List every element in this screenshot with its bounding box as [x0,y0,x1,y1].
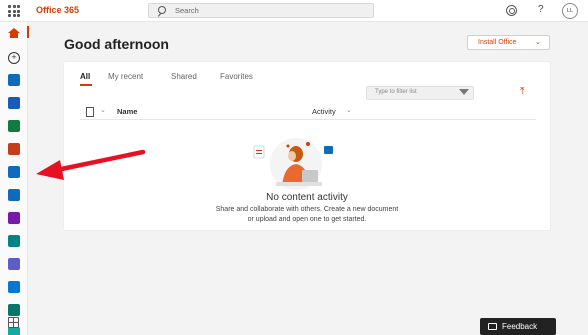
empty-state-description: Share and collaborate with others. Creat… [64,205,550,225]
active-tab-underline [80,84,92,86]
feedback-button[interactable]: Feedback [480,318,556,335]
search-box[interactable]: Search [148,3,374,18]
chevron-down-icon[interactable]: ⌄ [346,106,352,114]
tab-my-recent[interactable]: My recent [108,72,143,81]
active-indicator [27,26,29,38]
word-icon[interactable] [8,97,20,109]
powerpoint-icon[interactable] [8,143,20,155]
outlook-icon[interactable] [8,74,20,86]
settings-gear-icon[interactable] [506,5,517,16]
empty-state-line-1: Share and collaborate with others. Creat… [215,206,399,213]
excel-icon[interactable] [8,120,20,132]
chevron-down-icon[interactable]: ⌄ [100,106,106,114]
upload-icon[interactable]: ⤒ [520,86,524,97]
all-apps-icon[interactable] [8,317,19,328]
create-plus-icon[interactable]: + [8,52,20,64]
app-rail: + [0,22,29,335]
avatar[interactable]: LL [562,3,578,19]
brand-title[interactable]: Office 365 [36,5,79,15]
tab-all[interactable]: All [80,72,90,81]
install-office-label: Install Office [478,39,517,46]
empty-state-illustration [253,138,333,190]
empty-state-line-2: or upload and open one to get started. [247,216,367,223]
forms-icon[interactable] [8,304,20,316]
page-title: Good afternoon [64,36,169,52]
feedback-icon [488,323,497,330]
chevron-down-icon: ⌄ [535,39,541,46]
sway-icon[interactable] [8,281,20,293]
outlook-icon[interactable] [8,166,20,178]
filter-input[interactable]: Type to filter list [366,86,474,100]
search-icon [158,6,166,14]
teams-icon[interactable] [8,258,20,270]
sharepoint-icon[interactable] [8,235,20,247]
column-name[interactable]: Name [117,107,137,116]
search-placeholder: Search [175,6,199,15]
documents-card: All My recent Shared Favorites Type to f… [64,62,550,230]
table-header: ⌄ Name Activity ⌄ [80,106,536,120]
top-bar: Office 365 Search ? LL [0,0,588,22]
onedrive-icon[interactable] [8,189,20,201]
empty-state-title: No content activity [266,192,348,203]
onenote-icon[interactable] [8,212,20,224]
tab-favorites[interactable]: Favorites [220,72,253,81]
help-button[interactable]: ? [538,4,544,15]
document-type-icon [86,107,94,117]
feedback-label: Feedback [502,322,538,331]
install-office-button[interactable]: Install Office ⌄ [467,35,550,50]
column-activity[interactable]: Activity [312,107,336,116]
app-launcher-icon[interactable] [8,5,20,17]
tab-shared[interactable]: Shared [171,72,197,81]
filter-funnel-icon[interactable] [459,89,469,95]
planner-icon[interactable] [8,327,20,335]
filter-placeholder: Type to filter list [375,89,417,95]
home-icon[interactable] [8,28,20,38]
